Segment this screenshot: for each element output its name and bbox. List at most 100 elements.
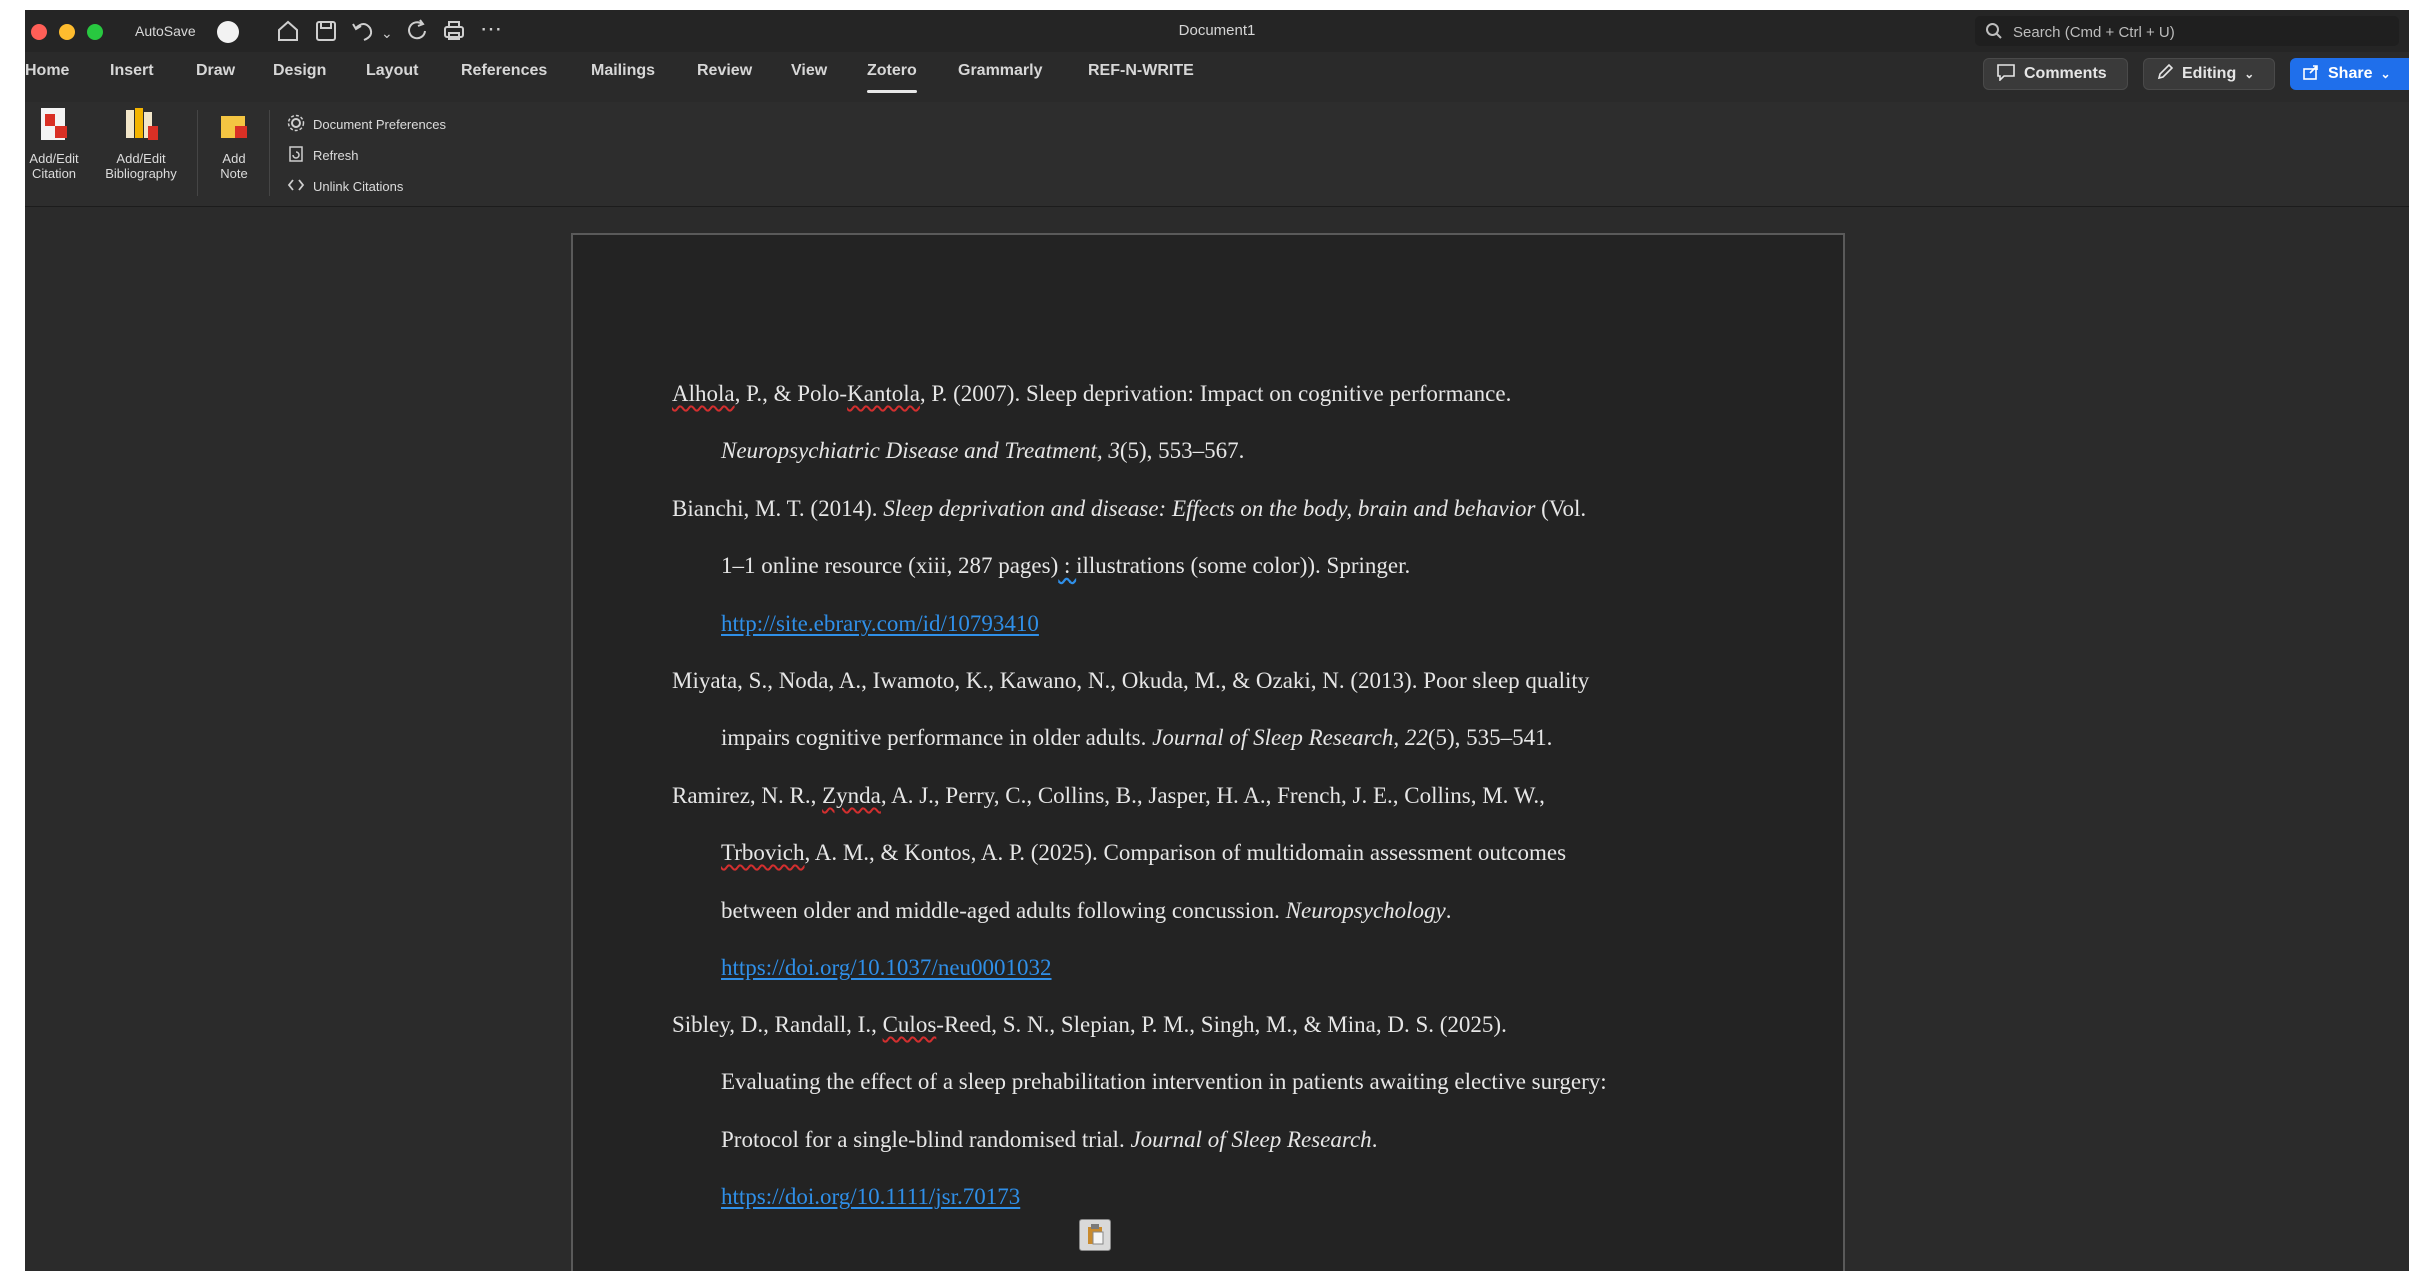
tab-layout[interactable]: Layout bbox=[366, 62, 418, 80]
reference-1-line-1: Alhola, P., & Polo-Kantola, P. (2007). S… bbox=[672, 381, 1511, 407]
journal-title: Neuropsychology bbox=[1285, 898, 1446, 923]
refresh-button[interactable]: Refresh bbox=[287, 145, 359, 166]
text-run: Ramirez, N. R., bbox=[672, 783, 823, 808]
text-run: , A. M., & Kontos, A. P. (2025). Compari… bbox=[804, 840, 1567, 865]
autosave-label: AutoSave bbox=[135, 23, 196, 39]
document-preferences-label: Document Preferences bbox=[313, 117, 446, 132]
add-edit-bibliography-button[interactable]: Add/Edit Bibliography bbox=[95, 106, 187, 181]
spell-flagged-word: Trbovich bbox=[721, 840, 805, 865]
reference-5-line-2: Evaluating the effect of a sleep prehabi… bbox=[721, 1069, 1607, 1094]
reference-2-link[interactable]: http://site.ebrary.com/id/10793410 bbox=[721, 611, 1039, 637]
text-run: (Vol. bbox=[1535, 496, 1587, 521]
tab-references[interactable]: References bbox=[461, 62, 547, 80]
text-run: , A. J., Perry, C., Collins, B., Jasper,… bbox=[880, 783, 1545, 808]
citation-icon bbox=[25, 106, 83, 147]
save-icon[interactable] bbox=[313, 18, 339, 44]
search-icon bbox=[1985, 22, 2003, 45]
reference-4-line-1: Ramirez, N. R., Zynda, A. J., Perry, C.,… bbox=[672, 783, 1545, 809]
text-run: , P. (2007). Sleep deprivation: Impact o… bbox=[919, 381, 1512, 406]
home-icon[interactable] bbox=[275, 18, 301, 44]
more-options-icon[interactable]: ⋯ bbox=[480, 16, 502, 42]
chevron-down-icon: ⌄ bbox=[2380, 67, 2391, 81]
reference-5-link[interactable]: https://doi.org/10.1111/jsr.70173 bbox=[721, 1184, 1020, 1210]
tab-review[interactable]: Review bbox=[697, 62, 752, 80]
search-placeholder: Search (Cmd + Ctrl + U) bbox=[2013, 24, 2175, 41]
reference-4-line-3: between older and middle-aged adults fol… bbox=[721, 898, 1452, 924]
document-page[interactable]: Alhola, P., & Polo-Kantola, P. (2007). S… bbox=[571, 233, 1845, 1271]
reference-2-line-1: Bianchi, M. T. (2014). Sleep deprivation… bbox=[672, 496, 1586, 522]
journal-title: Journal of Sleep Research bbox=[1130, 1127, 1372, 1152]
text-run: . bbox=[1371, 1127, 1378, 1152]
word-window: AutoSave ⌄ ⋯ Document1 Search (Cmd + Ctr… bbox=[25, 10, 2409, 1271]
chevron-down-icon: ⌄ bbox=[2244, 67, 2255, 81]
text-run: Bianchi, M. T. (2014). bbox=[672, 496, 884, 521]
share-label: Share bbox=[2328, 65, 2373, 82]
share-button[interactable]: Share ⌄ bbox=[2290, 58, 2409, 90]
add-edit-citation-button[interactable]: Add/Edit Citation bbox=[25, 106, 83, 181]
title-bar: AutoSave ⌄ ⋯ Document1 Search (Cmd + Ctr… bbox=[25, 10, 2409, 52]
book-title: Sleep deprivation and disease: Effects o… bbox=[883, 496, 1536, 521]
journal-title: Neuropsychiatric Disease and Treatment, … bbox=[721, 438, 1120, 463]
paste-options-icon[interactable] bbox=[1079, 1219, 1111, 1251]
tab-zotero[interactable]: Zotero bbox=[867, 62, 917, 93]
reference-4-line-2: Trbovich, A. M., & Kontos, A. P. (2025).… bbox=[721, 840, 1566, 866]
tab-ref-n-write[interactable]: REF-N-WRITE bbox=[1088, 62, 1194, 80]
tab-insert[interactable]: Insert bbox=[110, 62, 154, 80]
redo-icon[interactable] bbox=[405, 18, 431, 44]
pencil-icon bbox=[2156, 63, 2174, 86]
spell-flagged-word: Alhola bbox=[672, 381, 735, 406]
spell-flagged-word: Culos bbox=[882, 1012, 937, 1037]
document-canvas[interactable]: Alhola, P., & Polo-Kantola, P. (2007). S… bbox=[25, 207, 2409, 1271]
reference-5-line-3: Protocol for a single-blind randomised t… bbox=[721, 1127, 1377, 1153]
tab-view[interactable]: View bbox=[791, 62, 827, 80]
spell-flagged-word: Zynda bbox=[822, 783, 881, 808]
text-run: impairs cognitive performance in older a… bbox=[721, 725, 1153, 750]
text-run: (5), 553–567. bbox=[1119, 438, 1245, 463]
tab-grammarly[interactable]: Grammarly bbox=[958, 62, 1043, 80]
print-icon[interactable] bbox=[441, 18, 467, 44]
zoom-window-button[interactable] bbox=[87, 24, 103, 40]
text-run: . bbox=[1445, 898, 1452, 923]
comments-label: Comments bbox=[2024, 65, 2107, 82]
minimize-window-button[interactable] bbox=[59, 24, 75, 40]
undo-icon[interactable] bbox=[350, 18, 376, 44]
search-input[interactable]: Search (Cmd + Ctrl + U) bbox=[1975, 16, 2399, 46]
add-note-label-2: Note bbox=[220, 166, 248, 181]
unlink-icon bbox=[287, 176, 305, 197]
gear-icon bbox=[287, 114, 305, 135]
tab-draw[interactable]: Draw bbox=[196, 62, 235, 80]
comments-button[interactable]: Comments bbox=[1983, 58, 2128, 90]
tab-mailings[interactable]: Mailings bbox=[591, 62, 655, 80]
text-run: between older and middle-aged adults fol… bbox=[721, 898, 1286, 923]
text-run: , P., & Polo- bbox=[734, 381, 848, 406]
comment-icon bbox=[1996, 63, 2016, 86]
bibliography-icon bbox=[95, 106, 187, 147]
note-icon bbox=[211, 106, 257, 147]
close-window-button[interactable] bbox=[31, 24, 47, 40]
ribbon-divider bbox=[269, 110, 270, 196]
spell-flagged-word: Kantola bbox=[847, 381, 920, 406]
refresh-label: Refresh bbox=[313, 148, 359, 163]
editing-mode-button[interactable]: Editing ⌄ bbox=[2143, 58, 2275, 90]
add-edit-citation-label-1: Add/Edit bbox=[29, 151, 79, 166]
undo-dropdown-icon[interactable]: ⌄ bbox=[381, 20, 393, 46]
add-note-label-1: Add bbox=[222, 151, 246, 166]
refresh-icon bbox=[287, 145, 305, 166]
document-preferences-button[interactable]: Document Preferences bbox=[287, 114, 446, 135]
add-edit-bibliography-label-1: Add/Edit bbox=[116, 151, 166, 166]
add-note-button[interactable]: Add Note bbox=[211, 106, 257, 181]
unlink-citations-label: Unlink Citations bbox=[313, 179, 404, 194]
text-run: (5), 535–541. bbox=[1427, 725, 1553, 750]
text-run: -Reed, S. N., Slepian, P. M., Singh, M.,… bbox=[936, 1012, 1507, 1037]
share-icon bbox=[2302, 63, 2320, 86]
unlink-citations-button[interactable]: Unlink Citations bbox=[287, 176, 403, 197]
text-run: Sibley, D., Randall, I., bbox=[672, 1012, 883, 1037]
reference-4-link[interactable]: https://doi.org/10.1037/neu0001032 bbox=[721, 955, 1052, 981]
reference-3-line-2: impairs cognitive performance in older a… bbox=[721, 725, 1552, 751]
reference-1-line-2: Neuropsychiatric Disease and Treatment, … bbox=[721, 438, 1244, 464]
zotero-ribbon: Add/Edit Citation Add/Edit Bibliography … bbox=[25, 102, 2409, 207]
text-run: Protocol for a single-blind randomised t… bbox=[721, 1127, 1131, 1152]
tab-design[interactable]: Design bbox=[273, 62, 326, 80]
autosave-toggle[interactable] bbox=[217, 21, 239, 43]
tab-home[interactable]: Home bbox=[25, 62, 69, 80]
